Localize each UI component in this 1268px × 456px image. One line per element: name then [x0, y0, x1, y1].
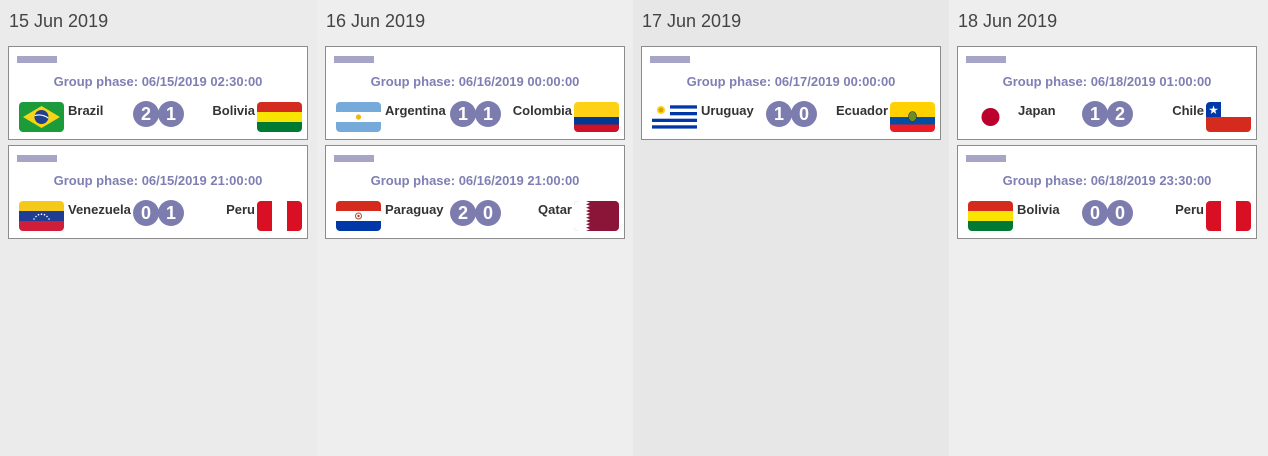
match-phase: Group phase: 06/18/2019 23:30:00 [1002, 173, 1212, 188]
match-phase: Group phase: 06/15/2019 21:00:00 [53, 173, 263, 188]
paraguay-flag-icon [336, 201, 381, 231]
match-tag [334, 155, 374, 162]
day-date: 18 Jun 2019 [958, 11, 1058, 31]
match-tag [17, 56, 57, 63]
brazil-flag-icon [19, 102, 64, 132]
home-score: 2 [133, 101, 159, 127]
away-score: 0 [1107, 200, 1133, 226]
away-team: Qatar [538, 202, 572, 217]
home-score: 0 [133, 200, 159, 226]
home-team: Bolivia [1017, 202, 1060, 217]
home-score: 0 [1082, 200, 1108, 226]
peru-flag-icon [257, 201, 302, 231]
bolivia-flag-icon [968, 201, 1013, 231]
match-card-paraguay-qatar[interactable]: Group phase: 06/16/2019 21:00:00 Paragua… [325, 145, 625, 239]
ecuador-flag-icon [890, 102, 935, 132]
home-team: Brazil [68, 103, 104, 118]
away-team: Ecuador [835, 103, 888, 118]
away-team: Peru [1175, 202, 1204, 217]
uruguay-flag-icon [652, 102, 697, 132]
match-card-uruguay-ecuador[interactable]: Group phase: 06/17/2019 00:00:00 Uruguay… [641, 46, 941, 140]
match-card-bolivia-peru[interactable]: Group phase: 06/18/2019 23:30:00 Bolivia… [957, 145, 1257, 239]
home-score: 1 [766, 101, 792, 127]
match-tag [966, 56, 1006, 63]
home-team: Japan [1018, 103, 1056, 118]
venezuela-flag-icon [19, 201, 64, 231]
japan-flag-icon [968, 102, 1013, 132]
home-team: Venezuela [68, 202, 131, 217]
away-team: Colombia [512, 103, 572, 118]
match-phase: Group phase: 06/17/2019 00:00:00 [686, 74, 896, 89]
home-team: Argentina [385, 103, 446, 118]
away-score: 0 [791, 101, 817, 127]
day-date: 15 Jun 2019 [9, 11, 109, 31]
day-date: 17 Jun 2019 [642, 11, 742, 31]
away-score: 1 [475, 101, 501, 127]
away-score: 2 [1107, 101, 1133, 127]
day-date: 16 Jun 2019 [326, 11, 426, 31]
day-column-jun-18: 18 Jun 2019 Group phase: 06/18/2019 01:0… [949, 0, 1268, 456]
home-score: 1 [450, 101, 476, 127]
away-team: Bolivia [212, 103, 255, 118]
home-score: 1 [1082, 101, 1108, 127]
home-team: Uruguay [701, 103, 754, 118]
home-score: 2 [450, 200, 476, 226]
match-card-brazil-bolivia[interactable]: Group phase: 06/15/2019 02:30:00 Brazil … [8, 46, 308, 140]
chile-flag-icon [1206, 102, 1251, 132]
qatar-flag-icon [574, 201, 619, 231]
match-tag [650, 56, 690, 63]
match-tag [17, 155, 57, 162]
day-column-jun-17: 17 Jun 2019 Group phase: 06/17/2019 00:0… [633, 0, 949, 456]
day-column-jun-16: 16 Jun 2019 Group phase: 06/16/2019 00:0… [317, 0, 633, 456]
away-team: Chile [1172, 103, 1204, 118]
match-card-japan-chile[interactable]: Group phase: 06/18/2019 01:00:00 Japan 1… [957, 46, 1257, 140]
away-score: 1 [158, 200, 184, 226]
day-column-jun-15: 15 Jun 2019 Group phase: 06/15/2019 02:3… [0, 0, 317, 456]
colombia-flag-icon [574, 102, 619, 132]
match-phase: Group phase: 06/16/2019 21:00:00 [370, 173, 580, 188]
match-card-argentina-colombia[interactable]: Group phase: 06/16/2019 00:00:00 Argenti… [325, 46, 625, 140]
home-team: Paraguay [385, 202, 444, 217]
match-card-venezuela-peru[interactable]: Group phase: 06/15/2019 21:00:00 Venezue… [8, 145, 308, 239]
match-phase: Group phase: 06/16/2019 00:00:00 [370, 74, 580, 89]
away-team: Peru [226, 202, 255, 217]
match-phase: Group phase: 06/18/2019 01:00:00 [1002, 74, 1212, 89]
match-phase: Group phase: 06/15/2019 02:30:00 [53, 74, 263, 89]
argentina-flag-icon [336, 102, 381, 132]
away-score: 0 [475, 200, 501, 226]
bolivia-flag-icon [257, 102, 302, 132]
match-tag [334, 56, 374, 63]
away-score: 1 [158, 101, 184, 127]
peru-flag-icon [1206, 201, 1251, 231]
match-tag [966, 155, 1006, 162]
